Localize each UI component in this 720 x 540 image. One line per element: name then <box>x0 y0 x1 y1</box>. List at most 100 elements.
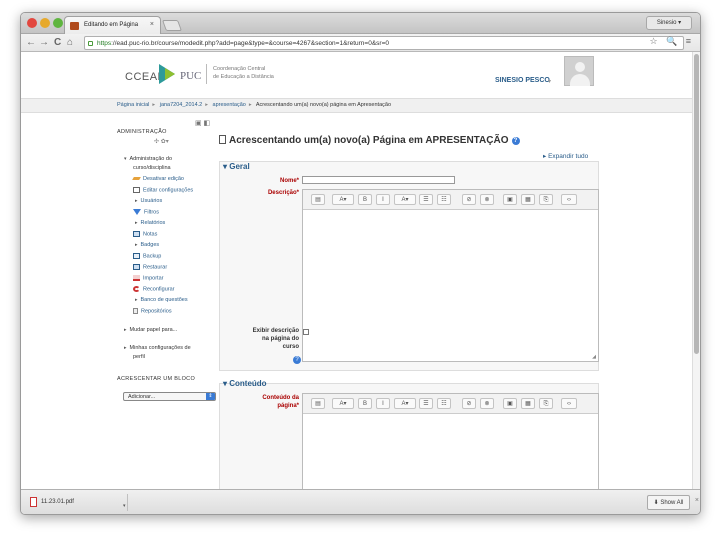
moodle-favicon-icon <box>70 22 79 30</box>
font-family-button[interactable]: A▾ <box>332 194 354 205</box>
browser-window: Editando em Página × Sinesio ▾ ← → C ⌂ h… <box>20 12 701 515</box>
forward-arrow-icon[interactable]: → <box>39 36 49 49</box>
media-button[interactable]: ▦ <box>521 194 535 205</box>
html-button[interactable]: ‹› <box>561 398 577 409</box>
toggle-toolbar-button[interactable]: ▤ <box>311 194 325 205</box>
settings-icon <box>133 187 140 193</box>
tree-item-restore[interactable]: Restaurar <box>133 264 167 271</box>
unlink-button[interactable]: ⊗ <box>480 194 494 205</box>
name-input[interactable] <box>302 176 455 184</box>
font-family-button[interactable]: A▾ <box>332 398 354 409</box>
expand-all-link[interactable]: ▸ Expandir tudo <box>543 152 588 160</box>
add-block-select[interactable]: Adicionar... ⇕ <box>123 392 216 401</box>
tree-course-admin[interactable]: ▾ Administração do <box>124 156 172 163</box>
toolbar-icons[interactable]: ☆ 🔍 ≡ <box>649 36 694 47</box>
download-menu-arrow-icon[interactable]: ▾ <box>123 503 126 509</box>
link-button[interactable]: ⊘ <box>462 194 476 205</box>
user-menu-caret-icon[interactable]: ▾ <box>548 78 551 85</box>
block-dock-icon[interactable]: ▣ ◧ <box>195 119 210 127</box>
tree-item-label: Editar configurações <box>143 187 194 194</box>
maximize-window-button[interactable] <box>53 18 63 28</box>
chevron-right-icon: ▸ <box>124 327 127 333</box>
bullet-list-button[interactable]: ☰ <box>419 194 433 205</box>
bullet-list-button[interactable]: ☰ <box>419 398 433 409</box>
tagline-line-2: de Educação a Distância <box>213 74 274 80</box>
content-legend[interactable]: ▾ Conteúdo <box>223 379 267 388</box>
tree-switch-role[interactable]: ▸ Mudar papel para... <box>124 327 177 334</box>
tree-item-badges[interactable]: ▸ Badges <box>135 242 159 249</box>
breadcrumb-item-home[interactable]: Página inicial <box>117 102 149 108</box>
logo-triangle-inner-icon <box>165 68 175 80</box>
image-button[interactable]: ▣ <box>503 398 517 409</box>
format-button[interactable]: A▾ <box>394 398 416 409</box>
filter-icon <box>133 209 141 215</box>
repository-icon <box>133 308 138 314</box>
html-button[interactable]: ‹› <box>561 194 577 205</box>
numbered-list-button[interactable]: ☷ <box>437 398 451 409</box>
close-window-button[interactable] <box>27 18 37 28</box>
tree-profile-settings-line-2: perfil <box>133 354 145 360</box>
reload-icon[interactable]: C <box>54 36 61 49</box>
tree-item-disable-editing[interactable]: Desativar edição <box>132 176 184 183</box>
minimize-window-button[interactable] <box>40 18 50 28</box>
link-button[interactable]: ⊘ <box>462 398 476 409</box>
unlink-button[interactable]: ⊗ <box>480 398 494 409</box>
select-arrows-icon: ⇕ <box>206 393 215 400</box>
format-button[interactable]: A▾ <box>394 194 416 205</box>
italic-button[interactable]: I <box>376 398 390 409</box>
resize-grip-icon[interactable]: ◢ <box>592 354 596 360</box>
user-name[interactable]: SINESIO PESCO <box>495 77 550 84</box>
browser-toolbar: ← → C ⌂ https://ead.puc-rio.br/course/mo… <box>21 34 700 52</box>
show-all-button[interactable]: ⬇ Show All <box>647 495 690 510</box>
tab-close-icon[interactable]: × <box>150 21 154 28</box>
block-move-icon[interactable]: ✣ ✿▾ <box>154 138 169 145</box>
close-download-bar-icon[interactable]: × <box>695 497 699 504</box>
tree-item-backup[interactable]: Backup <box>133 253 161 260</box>
tree-profile-settings[interactable]: ▸ Minhas configurações de <box>124 345 191 352</box>
bold-button[interactable]: B <box>358 398 372 409</box>
file-button[interactable]: ⎘ <box>539 194 553 205</box>
back-arrow-icon[interactable]: ← <box>26 36 36 49</box>
restore-icon <box>133 264 140 270</box>
tree-item-question-bank[interactable]: ▸ Banco de questões <box>135 297 188 304</box>
breadcrumb-item-section[interactable]: apresentação <box>213 102 246 108</box>
italic-button[interactable]: I <box>376 194 390 205</box>
tree-item-edit-settings[interactable]: Editar configurações <box>133 187 193 194</box>
avatar[interactable] <box>564 56 594 86</box>
toggle-toolbar-button[interactable]: ▤ <box>311 398 325 409</box>
page-content-label: Conteúdo da página* <box>235 394 299 410</box>
numbered-list-button[interactable]: ☷ <box>437 194 451 205</box>
tree-item-filters[interactable]: Filtros <box>133 209 159 216</box>
new-tab-button[interactable] <box>161 20 183 31</box>
breadcrumb-item-course[interactable]: jana7204_2014.2 <box>160 102 203 108</box>
breadcrumb-item-current: Acrescentando um(a) novo(a) página em Ap… <box>255 102 392 108</box>
general-legend[interactable]: ▾ Geral <box>223 162 250 171</box>
tree-item-users[interactable]: ▸ Usuários <box>135 198 162 205</box>
image-button[interactable]: ▣ <box>503 194 517 205</box>
help-icon[interactable]: ? <box>293 356 301 364</box>
tree-item-reports[interactable]: ▸ Relatórios <box>135 220 165 227</box>
description-editor[interactable]: ▤ A▾ B I A▾ ☰ ☷ ⊘ ⊗ ▣ ▦ ⎘ ‹› ◢ <box>302 189 599 362</box>
tree-item-repositories[interactable]: Repositórios <box>133 308 172 315</box>
tree-item-reset[interactable]: Reconfigurar <box>133 286 175 293</box>
show-description-checkbox[interactable] <box>303 329 309 335</box>
home-icon[interactable]: ⌂ <box>67 36 73 49</box>
tree-item-import[interactable]: Importar <box>133 275 163 282</box>
description-editor-toolbar: ▤ A▾ B I A▾ ☰ ☷ ⊘ ⊗ ▣ ▦ ⎘ ‹› <box>303 190 598 210</box>
chevron-right-icon: ▸ <box>135 297 138 303</box>
page-doc-icon <box>219 135 226 144</box>
profile-button[interactable]: Sinesio ▾ <box>646 16 692 30</box>
tree-item-label: Mudar papel para... <box>129 327 178 333</box>
tree-item-grades[interactable]: Notas <box>133 231 157 238</box>
chevron-down-icon: ▾ <box>124 156 127 162</box>
file-button[interactable]: ⎘ <box>539 398 553 409</box>
address-bar[interactable]: https://ead.puc-rio.br/course/modedit.ph… <box>84 36 684 50</box>
download-item[interactable]: 11.23.01.pdf ▾ <box>24 494 128 511</box>
page-content-editor[interactable]: ▤ A▾ B I A▾ ☰ ☷ ⊘ ⊗ ▣ ▦ ⎘ ‹› <box>302 393 599 489</box>
tab-editing-page[interactable]: Editando em Página × <box>64 16 161 34</box>
media-button[interactable]: ▦ <box>521 398 535 409</box>
tree-item-label: Backup <box>143 253 162 260</box>
help-icon[interactable]: ? <box>511 137 520 145</box>
scrollbar-thumb[interactable] <box>694 54 699 354</box>
bold-button[interactable]: B <box>358 194 372 205</box>
